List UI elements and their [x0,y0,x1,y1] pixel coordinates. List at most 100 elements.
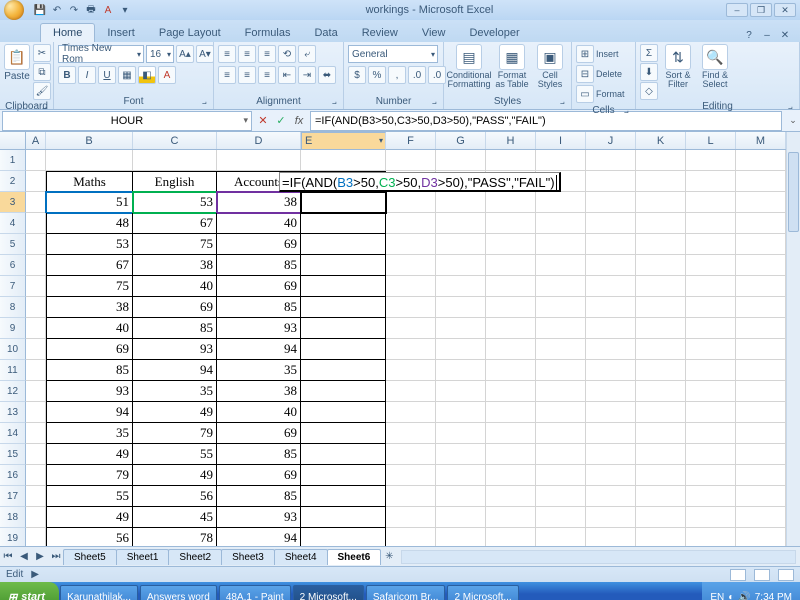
cell-B8[interactable]: 38 [46,297,133,318]
cell-L2[interactable] [686,171,736,192]
cell-B15[interactable]: 49 [46,444,133,465]
cell-J4[interactable] [586,213,636,234]
fill-icon[interactable]: ⬇ [640,63,658,81]
qat-icon[interactable]: A [100,2,116,18]
cell-G6[interactable] [436,255,486,276]
format-cells-button[interactable]: ▭Format [576,84,625,104]
cell-K18[interactable] [636,507,686,528]
cell-H11[interactable] [486,360,536,381]
currency-icon[interactable]: $ [348,66,366,84]
cell-M4[interactable] [736,213,786,234]
enter-formula-icon[interactable]: ✓ [272,112,290,130]
tab-review[interactable]: Review [350,24,410,42]
cell-I17[interactable] [536,486,586,507]
cell-H10[interactable] [486,339,536,360]
cell-D9[interactable]: 93 [217,318,301,339]
cell-L17[interactable] [686,486,736,507]
cell-M1[interactable] [736,150,786,171]
fx-icon[interactable]: fx [290,112,308,130]
cell-K5[interactable] [636,234,686,255]
cell-F19[interactable] [386,528,436,546]
cell-M7[interactable] [736,276,786,297]
tab-insert[interactable]: Insert [95,24,147,42]
cell-D19[interactable]: 94 [217,528,301,546]
cut-icon[interactable]: ✂ [33,44,51,62]
cell-I6[interactable] [536,255,586,276]
cell-J8[interactable] [586,297,636,318]
align-center-icon[interactable]: ≡ [238,66,256,84]
taskbar-item[interactable]: 2 Microsoft... [293,585,364,600]
cell-M3[interactable] [736,192,786,213]
cell-J15[interactable] [586,444,636,465]
row-header[interactable]: 14 [0,423,26,444]
cell-I13[interactable] [536,402,586,423]
cell-F7[interactable] [386,276,436,297]
percent-icon[interactable]: % [368,66,386,84]
cell-I11[interactable] [536,360,586,381]
ribbon-min-icon[interactable]: – [760,28,774,42]
page-break-view-icon[interactable] [778,569,794,581]
inc-decimal-icon[interactable]: .0 [408,66,426,84]
cell-G15[interactable] [436,444,486,465]
cell-B12[interactable]: 93 [46,381,133,402]
indent-dec-icon[interactable]: ⇤ [278,66,296,84]
row-header[interactable]: 5 [0,234,26,255]
cell-E18[interactable] [301,507,386,528]
cell-J17[interactable] [586,486,636,507]
cell-D16[interactable]: 69 [217,465,301,486]
cell-E3[interactable] [301,192,386,213]
align-bottom-icon[interactable]: ≡ [258,45,276,63]
cell-I18[interactable] [536,507,586,528]
cell-L14[interactable] [686,423,736,444]
cell-E11[interactable] [301,360,386,381]
cell-D8[interactable]: 85 [217,297,301,318]
cell-M15[interactable] [736,444,786,465]
cell-B11[interactable]: 85 [46,360,133,381]
cell-D15[interactable]: 85 [217,444,301,465]
cell-J10[interactable] [586,339,636,360]
cell-I19[interactable] [536,528,586,546]
insert-cells-button[interactable]: ⊞Insert [576,44,619,64]
cell-K7[interactable] [636,276,686,297]
cell-I9[interactable] [536,318,586,339]
cell-D6[interactable]: 85 [217,255,301,276]
scroll-thumb[interactable] [788,152,799,232]
cell-A15[interactable] [26,444,46,465]
cell-F17[interactable] [386,486,436,507]
row-header[interactable]: 15 [0,444,26,465]
cell-F6[interactable] [386,255,436,276]
sheet-tab-sheet1[interactable]: Sheet1 [116,549,170,565]
redo-icon[interactable]: ↷ [66,2,82,18]
cell-M18[interactable] [736,507,786,528]
cell-K15[interactable] [636,444,686,465]
cell-K9[interactable] [636,318,686,339]
cell-C16[interactable]: 49 [133,465,217,486]
align-middle-icon[interactable]: ≡ [238,45,256,63]
cell-G7[interactable] [436,276,486,297]
cell-F12[interactable] [386,381,436,402]
cell-M8[interactable] [736,297,786,318]
cell-J7[interactable] [586,276,636,297]
bold-button[interactable]: B [58,66,76,84]
cell-D18[interactable]: 93 [217,507,301,528]
underline-button[interactable]: U [98,66,116,84]
cell-H1[interactable] [486,150,536,171]
cell-G3[interactable] [436,192,486,213]
cell-H18[interactable] [486,507,536,528]
tab-formulas[interactable]: Formulas [233,24,303,42]
cell-F9[interactable] [386,318,436,339]
tab-page-layout[interactable]: Page Layout [147,24,233,42]
restore-button[interactable]: ❐ [750,3,772,17]
comma-icon[interactable]: , [388,66,406,84]
row-header[interactable]: 13 [0,402,26,423]
cell-I3[interactable] [536,192,586,213]
cell-J1[interactable] [586,150,636,171]
cell-J3[interactable] [586,192,636,213]
cell-E4[interactable] [301,213,386,234]
tab-view[interactable]: View [410,24,458,42]
sort-filter-button[interactable]: ⇅Sort & Filter [661,44,695,89]
cell-C13[interactable]: 49 [133,402,217,423]
row-header[interactable]: 1 [0,150,26,171]
cell-J13[interactable] [586,402,636,423]
cell-F3[interactable] [386,192,436,213]
